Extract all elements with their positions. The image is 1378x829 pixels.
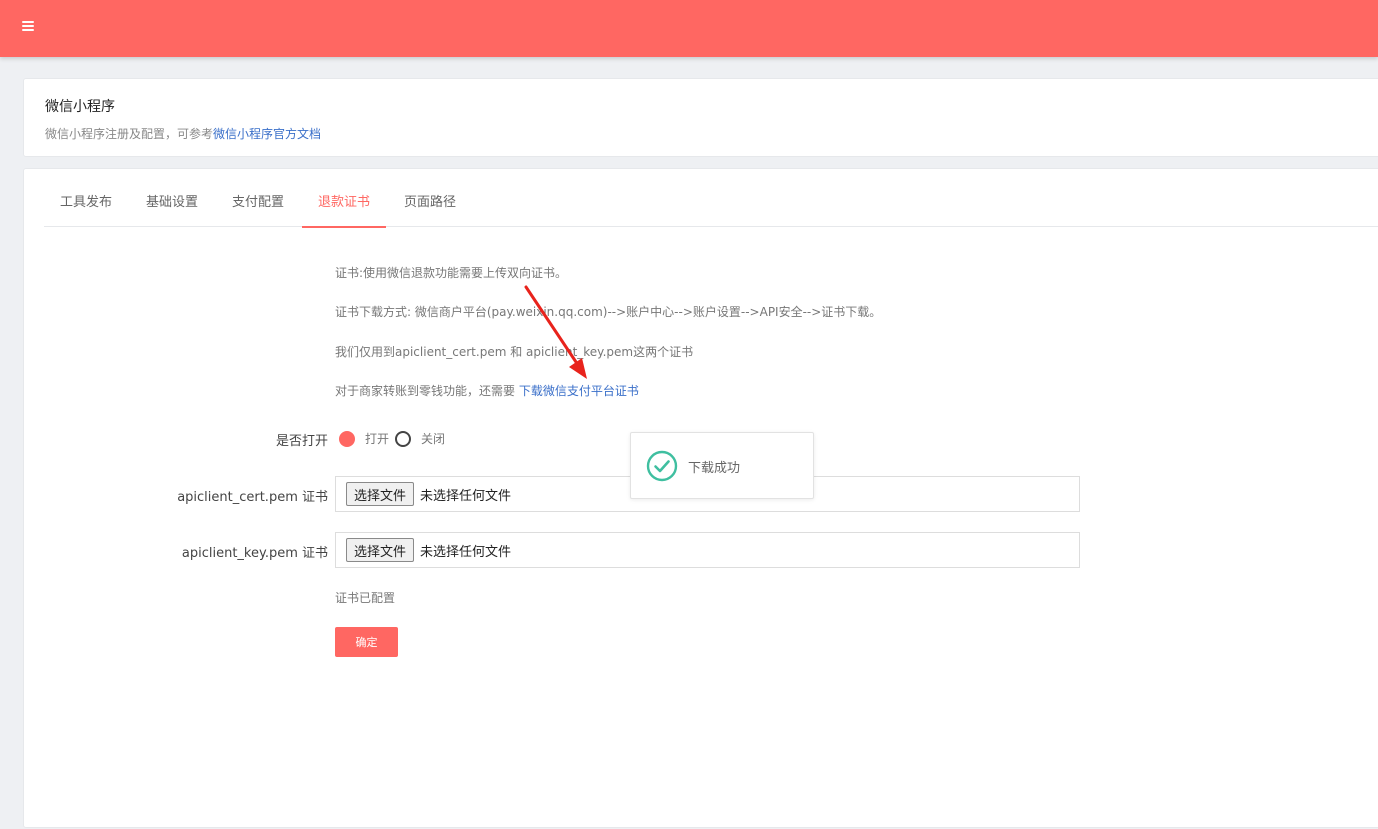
intro-card: 微信小程序 微信小程序注册及配置，可参考微信小程序官方文档 [23,78,1378,157]
download-platform-cert-link[interactable]: 下载微信支付平台证书 [519,384,639,398]
tab-refund-cert[interactable]: 退款证书 [302,169,386,228]
info-line-2: 证书下载方式: 微信商户平台(pay.weixin.qq.com)-->账户中心… [335,305,882,319]
check-circle-icon [646,450,678,482]
toast-text: 下载成功 [688,461,741,476]
page-subtitle: 微信小程序注册及配置，可参考微信小程序官方文档 [45,125,321,142]
subtitle-text: 微信小程序注册及配置，可参考 [45,127,214,141]
info-line-4-text: 对于商家转账到零钱功能，还需要 [335,384,519,398]
cert-file-status: 未选择任何文件 [420,488,512,504]
hamburger-menu-icon[interactable] [22,21,34,31]
success-toast: 下载成功 [630,432,814,499]
docs-link[interactable]: 微信小程序官方文档 [213,127,321,141]
key-file-label: apiclient_key.pem 证书 [181,546,328,561]
info-line-4: 对于商家转账到零钱功能，还需要 下载微信支付平台证书 [335,382,639,399]
radio-on-label: 打开 [365,432,390,446]
cert-status-text: 证书已配置 [335,591,396,605]
page-title: 微信小程序 [45,99,115,115]
key-file-input[interactable]: 选择文件 未选择任何文件 [335,532,1080,568]
radio-off[interactable] [395,430,412,447]
tab-page-path[interactable]: 页面路径 [388,169,472,227]
info-line-1: 证书:使用微信退款功能需要上传双向证书。 [335,266,568,280]
tab-bar: 工具发布 基础设置 支付配置 退款证书 页面路径 [44,169,1378,228]
cert-file-label: apiclient_cert.pem 证书 [177,490,328,505]
info-line-3: 我们仅用到apiclient_cert.pem 和 apiclient_key.… [335,345,694,359]
tab-basic-settings[interactable]: 基础设置 [130,169,214,227]
tab-payment-config[interactable]: 支付配置 [216,169,300,227]
radio-off-label: 关闭 [421,432,446,446]
top-bar [0,0,1378,57]
tab-tool-publish[interactable]: 工具发布 [44,169,128,227]
confirm-button[interactable]: 确定 [335,627,398,657]
enable-label: 是否打开 [275,434,328,449]
key-file-status: 未选择任何文件 [420,544,512,560]
enable-radio-group: 打开 关闭 [339,430,451,447]
radio-on[interactable] [339,430,355,447]
key-choose-file-button[interactable]: 选择文件 [346,538,415,562]
cert-choose-file-button[interactable]: 选择文件 [346,482,415,506]
